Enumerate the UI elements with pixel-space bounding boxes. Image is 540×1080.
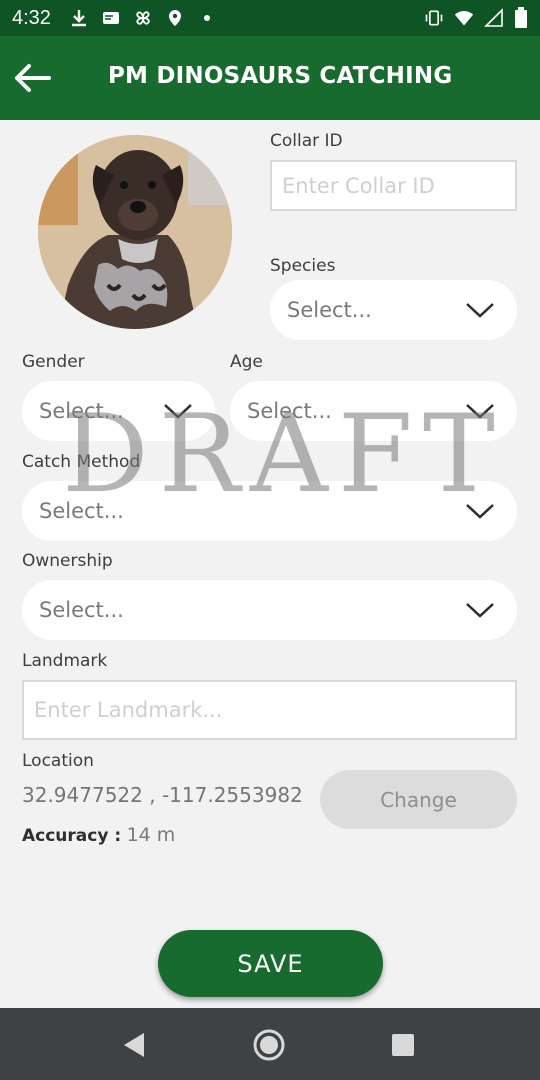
gender-label: Gender — [22, 352, 85, 372]
accuracy-label: Accuracy : — [22, 826, 122, 846]
catch-method-label: Catch Method — [22, 452, 141, 472]
species-select[interactable]: Select... — [270, 280, 517, 340]
ownership-label: Ownership — [22, 551, 113, 571]
back-button[interactable] — [12, 60, 52, 96]
species-value: Select... — [287, 298, 372, 322]
accuracy: Accuracy : 14 m — [22, 824, 175, 846]
location-pin-icon — [168, 10, 181, 26]
landmark-label: Landmark — [22, 651, 108, 671]
dog-photo[interactable] — [38, 135, 232, 329]
age-value: Select... — [247, 399, 332, 423]
page-title: PM DINOSAURS CATCHING — [108, 63, 453, 89]
gender-value: Select... — [39, 399, 124, 423]
status-bar: 4:32 — [0, 0, 540, 36]
message-icon — [102, 12, 119, 24]
save-button[interactable]: SAVE — [158, 930, 383, 997]
ownership-value: Select... — [39, 598, 124, 622]
age-label: Age — [230, 352, 263, 372]
location-coordinates: 32.9477522 , -117.2553982 — [22, 783, 303, 807]
catch-method-select[interactable]: Select... — [22, 481, 517, 541]
species-label: Species — [270, 256, 336, 276]
collar-id-label: Collar ID — [270, 131, 343, 151]
location-label: Location — [22, 751, 94, 771]
status-icons-left — [69, 8, 217, 28]
collar-id-input[interactable] — [270, 160, 517, 211]
home-circle-icon[interactable] — [252, 1028, 286, 1062]
download-icon — [71, 10, 86, 27]
battery-icon — [515, 7, 527, 28]
chevron-down-icon — [466, 404, 494, 419]
dot-icon — [203, 15, 210, 21]
accuracy-value: 14 m — [126, 824, 176, 846]
back-triangle-icon[interactable] — [117, 1028, 151, 1062]
chevron-down-icon — [164, 404, 192, 419]
chevron-down-icon — [466, 303, 494, 318]
gender-select[interactable]: Select... — [22, 381, 215, 441]
chevron-down-icon — [466, 603, 494, 618]
recents-square-icon[interactable] — [386, 1028, 420, 1062]
signal-icon — [484, 8, 503, 27]
ownership-select[interactable]: Select... — [22, 580, 517, 640]
vibrate-icon — [425, 10, 443, 26]
landmark-input[interactable] — [22, 680, 517, 740]
wifi-icon — [454, 11, 474, 26]
pinwheel-icon — [136, 11, 150, 25]
chevron-down-icon — [466, 504, 494, 519]
change-location-button[interactable]: Change — [320, 770, 517, 829]
status-icons-right — [424, 7, 528, 29]
age-select[interactable]: Select... — [230, 381, 517, 441]
app-bar: PM DINOSAURS CATCHING — [0, 36, 540, 120]
catch-method-value: Select... — [39, 499, 124, 523]
arrow-left-icon — [15, 64, 51, 92]
status-time: 4:32 — [12, 6, 51, 29]
dog-image — [38, 135, 232, 329]
navigation-bar — [0, 1008, 540, 1080]
